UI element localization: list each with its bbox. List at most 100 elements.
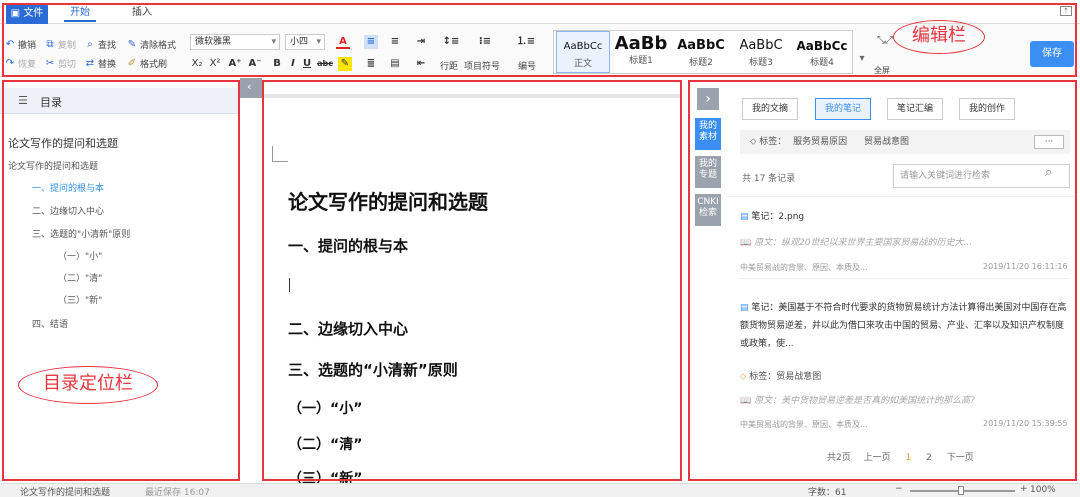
bold-icon[interactable]: B <box>270 57 284 71</box>
toc-collapse-button[interactable]: ‹ <box>240 78 262 98</box>
page-1[interactable]: 1 <box>906 453 912 463</box>
superscript-icon[interactable]: X² <box>208 57 222 71</box>
right-panel-collapse-button[interactable]: › <box>697 88 719 110</box>
format-painter-button[interactable]: ✐ 格式刷 <box>126 55 167 71</box>
align-left-icon[interactable]: ≡ <box>364 35 378 49</box>
document-editor[interactable]: 论文写作的提问和选题 一、提问的根与本 二、边缘切入中心 三、选题的“小清新”原… <box>262 78 682 483</box>
tag-chip[interactable]: 贸易战意图 <box>864 137 909 147</box>
doc-subheading: （二）“清” <box>288 437 363 453</box>
eraser-icon: ✎ <box>127 38 137 50</box>
toc-item[interactable]: 四、结语 <box>32 317 68 330</box>
cut-button[interactable]: ✂ 剪切 <box>44 55 76 71</box>
align-center-icon[interactable]: ≡ <box>388 35 402 49</box>
side-tab-materials[interactable]: 我的 素材 <box>695 118 721 150</box>
doc-heading: 一、提问的根与本 <box>288 237 409 255</box>
find-button[interactable]: ⌕ 查找 <box>84 36 116 52</box>
tab-note-compilation[interactable]: 笔记汇编 <box>887 98 944 120</box>
zoom-out-icon[interactable]: − <box>895 484 903 494</box>
subscript-icon[interactable]: X₂ <box>190 57 204 71</box>
zoom-in-icon[interactable]: + <box>1020 484 1028 494</box>
next-page-button[interactable]: 下一页 <box>947 453 974 463</box>
tag-filter-bar: ⬦ 标签： 服务贸易原因 贸易战意图 ··· <box>740 130 1070 154</box>
doc-subheading: （一）“小” <box>288 401 363 417</box>
note-tag[interactable]: ⬦ 标签：贸易战意图 <box>740 369 1070 382</box>
tag-icon: ⬦ <box>750 137 757 147</box>
highlight-icon[interactable]: ✎ <box>338 57 352 71</box>
toc-bar-callout: 目录定位栏 <box>18 366 158 404</box>
search-input[interactable]: 请输入关键词进行检索 <box>893 164 1070 188</box>
grow-font-icon[interactable]: A⁺ <box>228 57 242 71</box>
redo-button[interactable]: ↷ 恢复 <box>4 55 36 71</box>
note-title[interactable]: ▤ 笔记：美国基于不符合时代要求的货物贸易统计方法计算得出美国对中国存在高额货物… <box>740 299 1070 353</box>
tab-insert[interactable]: 插入 <box>126 4 158 22</box>
tab-my-excerpts[interactable]: 我的文摘 <box>742 98 799 120</box>
strikethrough-icon[interactable]: abc <box>316 57 334 71</box>
indent-icon[interactable]: ⇥ <box>414 35 428 49</box>
style-normal[interactable]: AaBbCc 正文 <box>556 31 610 73</box>
style-heading2[interactable]: AaBbC 标题2 <box>672 31 730 73</box>
side-tab-cnki[interactable]: CNKI 检索 <box>695 194 721 226</box>
more-tags-button[interactable]: ··· <box>1034 135 1064 149</box>
tab-home[interactable]: 开始 <box>64 4 96 22</box>
pagination: 共2页 上一页 1 2 下一页 <box>827 450 974 463</box>
tab-file[interactable]: ▣ 文件 <box>6 4 48 24</box>
style-heading1[interactable]: AaBb 标题1 <box>612 31 670 73</box>
page-2[interactable]: 2 <box>926 453 932 463</box>
outdent-icon[interactable]: ⇤ <box>414 57 428 71</box>
bullet-list-icon[interactable]: ⁝≡ <box>474 35 496 49</box>
underline-icon[interactable]: U <box>300 57 314 71</box>
line-spacing-label: 行距 <box>440 61 459 72</box>
toc-item[interactable]: 论文写作的提问和选题 <box>8 159 98 172</box>
prev-page-button[interactable]: 上一页 <box>864 453 891 463</box>
tag-chip[interactable]: 服务贸易原因 <box>793 137 847 147</box>
fullscreen-label: 全屏 <box>874 65 890 75</box>
font-name-select[interactable]: 微软雅黑 <box>190 34 280 50</box>
toc-panel: ☰ 目录 论文写作的提问和选题 论文写作的提问和选题 一、提问的根与本 二、边缘… <box>0 78 240 483</box>
italic-icon[interactable]: I <box>286 57 300 71</box>
toc-item[interactable]: （二）"清" <box>58 271 102 284</box>
numbered-list-icon[interactable]: ⒈≡ <box>515 35 537 49</box>
doc-title: 论文写作的提问和选题 <box>288 190 488 214</box>
replace-button[interactable]: ⇄ 替换 <box>84 55 116 71</box>
line-spacing-icon[interactable]: ↕≡ <box>440 35 462 49</box>
style-more-icon[interactable]: ▾ <box>855 52 869 66</box>
zoom-level: 100% <box>1030 485 1056 495</box>
collapse-ribbon-icon[interactable]: ⇡ <box>1060 6 1072 16</box>
redo-icon: ↷ <box>5 57 15 69</box>
book-icon: 📖 <box>740 238 752 248</box>
toc-title: 目录 <box>40 96 62 109</box>
font-color-icon[interactable]: A <box>336 35 350 49</box>
align-justify-icon[interactable]: ≣ <box>364 57 378 71</box>
undo-button[interactable]: ↶ 撤销 <box>4 36 36 52</box>
toc-item[interactable]: 论文写作的提问和选题 <box>8 135 118 151</box>
side-tab-topics[interactable]: 我的 专题 <box>695 156 721 188</box>
tab-my-creations[interactable]: 我的创作 <box>959 98 1016 120</box>
shrink-font-icon[interactable]: A⁻ <box>248 57 262 71</box>
toc-item[interactable]: 二、边缘切入中心 <box>32 204 104 217</box>
toc-item[interactable]: 一、提问的根与本 <box>32 181 104 194</box>
search-icon[interactable]: ⌕ <box>1045 165 1052 180</box>
book-icon: 📖 <box>740 396 752 406</box>
style-heading3[interactable]: AaBbC 标题3 <box>732 31 790 73</box>
toc-item[interactable]: 三、选题的"小清新"原则 <box>32 227 130 240</box>
copy-button[interactable]: ⧉ 复制 <box>44 36 76 52</box>
toc-item[interactable]: （三）"新" <box>58 293 102 306</box>
note-quote[interactable]: 📖 原文：美中货物贸易逆差是否真的如美国统计的那么高? <box>740 393 1070 406</box>
style-heading4[interactable]: AaBbCc 标题4 <box>792 31 852 73</box>
divider <box>740 278 1070 279</box>
note-icon: ▤ <box>740 212 749 222</box>
scissors-icon: ✂ <box>45 57 55 69</box>
save-button[interactable]: 保存 <box>1030 41 1074 67</box>
editor-ruler <box>262 94 682 98</box>
note-title[interactable]: ▤ 笔记：2.png <box>740 209 1070 222</box>
note-quote[interactable]: 📖 原文：纵观20世纪以来世界主要国家贸易战的历史大... <box>740 235 1070 248</box>
clear-format-button[interactable]: ✎ 清除格式 <box>126 36 176 52</box>
toc-item[interactable]: （一）"小" <box>58 249 102 262</box>
page-margin-mark <box>272 146 288 162</box>
record-count: 共 17 条记录 <box>742 174 796 184</box>
align-distribute-icon[interactable]: ▤ <box>388 57 402 71</box>
font-size-select[interactable]: 小四 <box>285 34 325 50</box>
tab-my-notes[interactable]: 我的笔记 <box>815 98 872 120</box>
note-icon: ▤ <box>740 303 749 313</box>
zoom-slider-handle[interactable] <box>958 486 964 495</box>
